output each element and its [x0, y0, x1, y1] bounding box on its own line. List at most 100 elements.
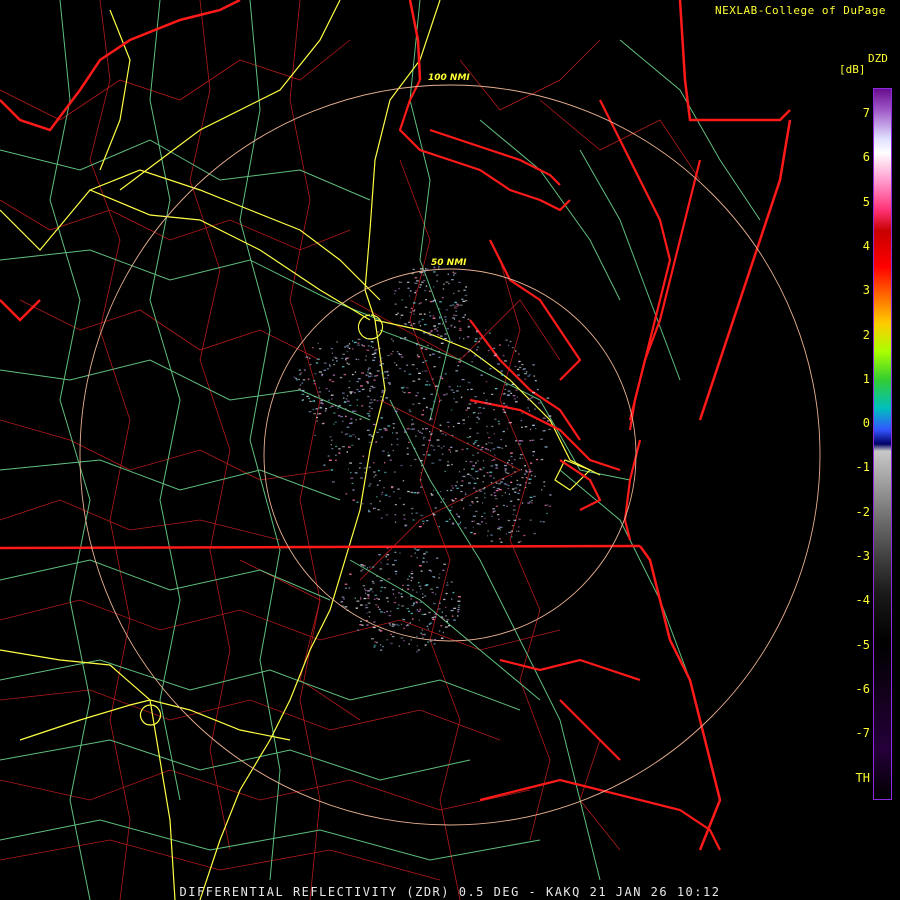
echo-pixel — [345, 433, 349, 435]
echo-pixel — [406, 607, 410, 610]
echo-pixel — [473, 487, 476, 489]
echo-pixel — [504, 469, 507, 471]
echo-pixel — [412, 268, 415, 271]
echo-pixel — [505, 384, 508, 386]
echo-pixel — [540, 438, 542, 440]
echo-pixel — [405, 323, 408, 326]
echo-pixel — [501, 374, 504, 376]
echo-pixel — [356, 600, 360, 602]
echo-pixel — [412, 428, 415, 430]
echo-pixel — [420, 472, 422, 474]
echo-pixel — [366, 338, 368, 340]
echo-pixel — [521, 426, 523, 428]
echo-pixel — [368, 509, 370, 512]
echo-pixel — [428, 623, 431, 625]
echo-pixel — [451, 434, 454, 437]
echo-pixel — [343, 598, 345, 600]
echo-pixel — [359, 467, 361, 469]
echo-pixel — [426, 561, 428, 563]
echo-pixel — [470, 531, 473, 534]
echo-pixel — [435, 328, 437, 330]
echo-pixel — [343, 373, 346, 376]
echo-pixel — [340, 416, 343, 418]
echo-pixel — [301, 382, 304, 384]
echo-pixel — [415, 435, 417, 437]
echo-pixel — [428, 419, 431, 421]
echo-pixel — [511, 347, 514, 349]
echo-pixel — [423, 438, 425, 440]
echo-pixel — [474, 441, 477, 443]
echo-pixel — [321, 403, 324, 405]
echo-pixel — [360, 385, 363, 387]
echo-pixel — [385, 514, 389, 516]
echo-pixel — [457, 611, 460, 613]
echo-pixel — [440, 490, 442, 493]
echo-pixel — [517, 498, 520, 501]
echo-pixel — [368, 406, 371, 408]
echo-pixel — [372, 566, 375, 568]
echo-pixel — [497, 363, 500, 365]
echo-pixel — [387, 455, 391, 457]
echo-pixel — [381, 491, 384, 494]
echo-pixel — [432, 445, 434, 448]
echo-pixel — [442, 297, 444, 299]
echo-pixel — [338, 405, 341, 407]
echo-pixel — [525, 471, 529, 473]
echo-pixel — [385, 429, 388, 431]
echo-pixel — [351, 373, 354, 376]
legend-tick-label: -7 — [855, 726, 870, 741]
radar-map[interactable] — [0, 0, 900, 900]
echo-pixel — [305, 356, 309, 358]
echo-pixel — [417, 430, 420, 432]
echo-pixel — [521, 477, 524, 479]
echo-pixel — [445, 615, 447, 617]
echo-pixel — [493, 409, 495, 411]
echo-pixel — [354, 371, 357, 373]
echo-pixel — [415, 290, 417, 292]
echo-pixel — [504, 360, 507, 362]
echo-pixel — [371, 341, 374, 343]
echo-pixel — [483, 512, 486, 514]
echo-pixel — [506, 472, 510, 474]
echo-pixel — [352, 340, 354, 342]
legend-tick-label: -5 — [855, 637, 870, 652]
legend-tick-label: 6 — [862, 150, 870, 165]
echo-pixel — [465, 460, 467, 462]
echo-pixel — [428, 611, 431, 614]
echo-pixel — [542, 521, 545, 523]
echo-pixel — [521, 412, 523, 415]
echo-pixel — [524, 378, 527, 380]
echo-pixel — [500, 481, 502, 483]
echo-pixel — [392, 340, 394, 342]
echo-pixel — [392, 593, 395, 595]
echo-pixel — [355, 419, 357, 421]
echo-pixel — [523, 473, 526, 475]
echo-pixel — [513, 519, 517, 521]
echo-pixel — [487, 530, 489, 532]
echo-pixel — [412, 589, 414, 591]
echo-pixel — [372, 346, 374, 349]
echo-pixel — [402, 390, 404, 393]
echo-pixel — [518, 361, 520, 363]
echo-pixel — [340, 601, 342, 603]
echo-pixel — [423, 332, 426, 334]
echo-pixel — [367, 395, 369, 398]
echo-pixel — [323, 362, 327, 364]
echo-pixel — [320, 399, 323, 402]
range-label-100-nmi: 100 NMI — [428, 73, 470, 83]
echo-pixel — [411, 577, 414, 579]
echo-pixel — [436, 330, 439, 332]
echo-pixel — [428, 475, 430, 477]
echo-pixel — [400, 314, 404, 316]
echo-pixel — [373, 644, 377, 646]
echo-pixel — [410, 307, 413, 309]
legend-tick-label: -6 — [855, 681, 870, 696]
echo-pixel — [451, 615, 454, 617]
echo-pixel — [414, 277, 418, 279]
echo-pixel — [476, 501, 479, 503]
echo-pixel — [462, 316, 465, 318]
echo-pixel — [423, 279, 426, 282]
echo-pixel — [473, 482, 477, 484]
echo-pixel — [389, 383, 391, 385]
echo-pixel — [450, 609, 454, 612]
